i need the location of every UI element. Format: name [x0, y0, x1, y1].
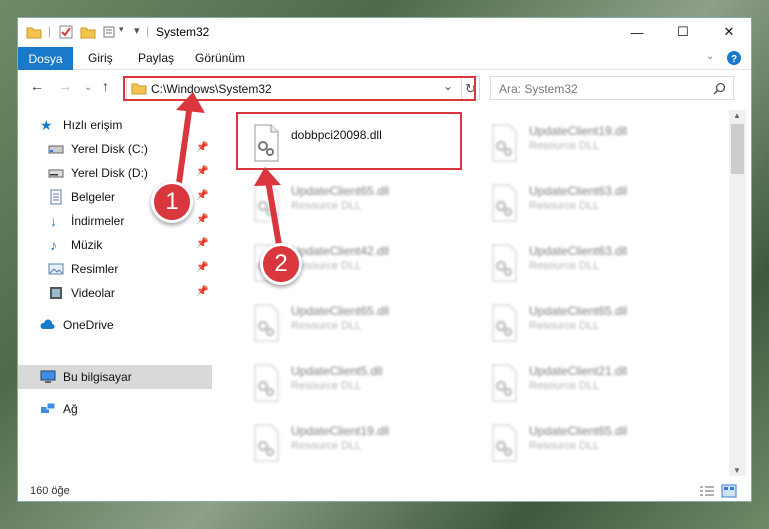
step-badge-2: 2 [260, 243, 302, 285]
annotation-arrows [175, 92, 282, 246]
step-badge-1: 1 [151, 181, 193, 223]
arrowhead-icon [176, 92, 205, 113]
arrowhead-icon [254, 167, 281, 186]
arrow-to-file [265, 179, 282, 246]
arrow-to-address [175, 103, 193, 191]
